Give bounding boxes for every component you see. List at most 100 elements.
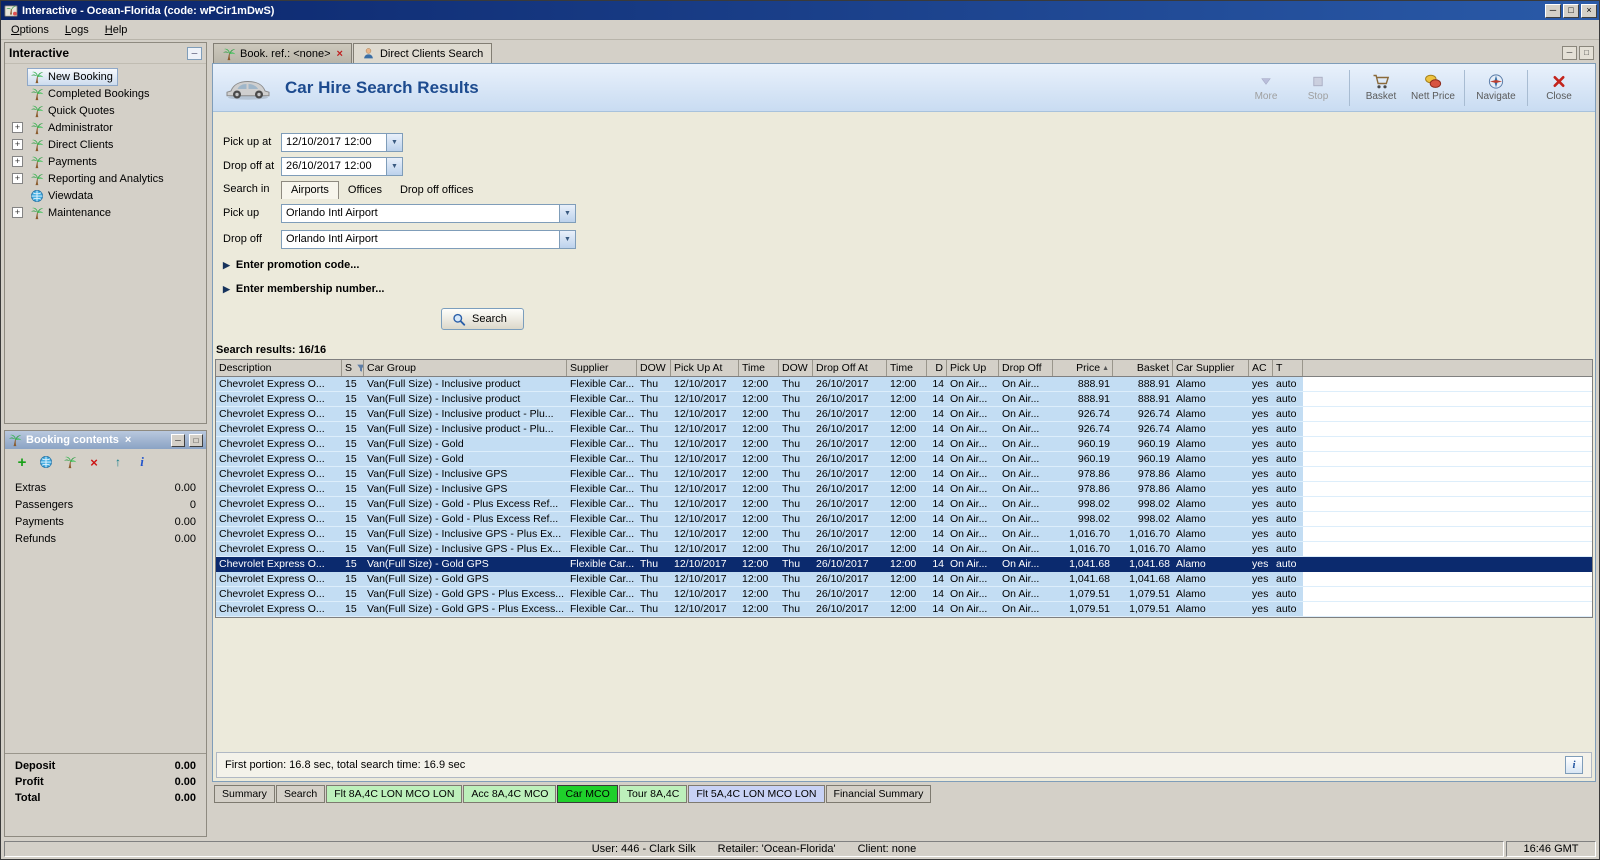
add-item-button[interactable]: + bbox=[15, 455, 29, 469]
column-header-supplier[interactable]: Supplier bbox=[567, 360, 637, 376]
table-row[interactable]: Chevrolet Express O...15Van(Full Size) -… bbox=[216, 437, 1592, 452]
basket-button[interactable]: Basket bbox=[1355, 71, 1407, 104]
tab-book-ref-none[interactable]: Book. ref.: <none>× bbox=[213, 43, 352, 63]
bottom-tab-financial-summary[interactable]: Financial Summary bbox=[826, 785, 932, 803]
table-row[interactable]: Chevrolet Express O...15Van(Full Size) -… bbox=[216, 527, 1592, 542]
column-header-car-group[interactable]: Car Group bbox=[364, 360, 567, 376]
column-header-ac[interactable]: AC bbox=[1249, 360, 1273, 376]
close-panel-icon[interactable]: × bbox=[123, 434, 133, 446]
table-row[interactable]: Chevrolet Express O...15Van(Full Size) -… bbox=[216, 377, 1592, 392]
table-cell: Thu bbox=[779, 572, 813, 586]
search-in-tab-airports[interactable]: Airports bbox=[281, 181, 339, 199]
globe-icon bbox=[30, 189, 44, 203]
expand-plus-icon[interactable]: + bbox=[12, 173, 23, 184]
expand-plus-icon[interactable]: + bbox=[12, 156, 23, 167]
expand-plus-icon[interactable]: + bbox=[12, 207, 23, 218]
column-header-dow[interactable]: DOW bbox=[637, 360, 671, 376]
table-row[interactable]: Chevrolet Express O...15Van(Full Size) -… bbox=[216, 497, 1592, 512]
table-row[interactable]: Chevrolet Express O...15Van(Full Size) -… bbox=[216, 482, 1592, 497]
restore-workspace-button[interactable]: □ bbox=[1579, 46, 1594, 60]
sidebar-item-reporting-and-analytics[interactable]: +Reporting and Analytics bbox=[7, 170, 204, 187]
close-button[interactable]: Close bbox=[1533, 71, 1585, 104]
column-header-pick-up[interactable]: Pick Up bbox=[947, 360, 999, 376]
column-header-dow[interactable]: DOW bbox=[779, 360, 813, 376]
dropoff-at-select[interactable]: 26/10/2017 12:00 ▼ bbox=[281, 157, 403, 176]
dropdown-arrow-icon[interactable]: ▼ bbox=[386, 158, 402, 175]
move-up-button[interactable]: ↑ bbox=[111, 455, 125, 469]
sidebar-item-quick-quotes[interactable]: Quick Quotes bbox=[7, 102, 204, 119]
table-row[interactable]: Chevrolet Express O...15Van(Full Size) -… bbox=[216, 587, 1592, 602]
column-header-description[interactable]: Description bbox=[216, 360, 342, 376]
bottom-tab-car-mco[interactable]: Car MCO bbox=[557, 785, 617, 803]
menu-logs[interactable]: Logs bbox=[57, 22, 97, 38]
column-header-pick-up-at[interactable]: Pick Up At bbox=[671, 360, 739, 376]
promo-code-expander[interactable]: ▶ Enter promotion code... bbox=[223, 254, 1595, 276]
bottom-tab-flt-8a-4c-lon-mco-lon[interactable]: Flt 8A,4C LON MCO LON bbox=[326, 785, 462, 803]
table-row[interactable]: Chevrolet Express O...15Van(Full Size) -… bbox=[216, 512, 1592, 527]
sidebar-item-payments[interactable]: +Payments bbox=[7, 153, 204, 170]
delete-item-button[interactable]: × bbox=[87, 455, 101, 469]
table-row[interactable]: Chevrolet Express O...15Van(Full Size) -… bbox=[216, 602, 1592, 617]
column-header-time[interactable]: Time bbox=[887, 360, 927, 376]
table-row[interactable]: Chevrolet Express O...15Van(Full Size) -… bbox=[216, 467, 1592, 482]
column-header-t[interactable]: T bbox=[1273, 360, 1303, 376]
sidebar-item-maintenance[interactable]: + Maintenance bbox=[7, 204, 204, 221]
table-row[interactable]: Chevrolet Express O...15Van(Full Size) -… bbox=[216, 392, 1592, 407]
table-row[interactable]: Chevrolet Express O...15Van(Full Size) -… bbox=[216, 422, 1592, 437]
column-header-d[interactable]: D bbox=[927, 360, 947, 376]
sidebar-item-administrator[interactable]: +Administrator bbox=[7, 119, 204, 136]
search-button[interactable]: Search bbox=[441, 308, 524, 330]
nett-price-button[interactable]: Nett Price bbox=[1407, 71, 1459, 104]
table-row[interactable]: Chevrolet Express O...15Van(Full Size) -… bbox=[216, 557, 1592, 572]
sidebar-item-body: Maintenance bbox=[27, 204, 116, 222]
sidebar-item-direct-clients[interactable]: +Direct Clients bbox=[7, 136, 204, 153]
restore-panel-button[interactable]: □ bbox=[189, 434, 203, 447]
table-row[interactable]: Chevrolet Express O...15Van(Full Size) -… bbox=[216, 407, 1592, 422]
pickup-location-select[interactable]: Orlando Intl Airport ▼ bbox=[281, 204, 576, 223]
column-header-basket[interactable]: Basket bbox=[1113, 360, 1173, 376]
expand-plus-icon[interactable]: + bbox=[12, 139, 23, 150]
bottom-tab-search[interactable]: Search bbox=[276, 785, 325, 803]
transfer-item-button[interactable] bbox=[63, 455, 77, 469]
column-header-price[interactable]: Price▲ bbox=[1053, 360, 1113, 376]
expand-plus-icon[interactable]: + bbox=[12, 122, 23, 133]
sidebar-item-completed-bookings[interactable]: Completed Bookings bbox=[7, 85, 204, 102]
table-cell: 15 bbox=[342, 422, 364, 436]
minimize-panel-button[interactable]: ─ bbox=[171, 434, 185, 447]
column-header-car-supplier[interactable]: Car Supplier bbox=[1173, 360, 1249, 376]
collapse-panel-button[interactable]: ─ bbox=[187, 47, 202, 60]
sidebar-item-new-booking[interactable]: New Booking bbox=[7, 68, 204, 85]
close-button[interactable]: × bbox=[1581, 4, 1597, 18]
sidebar-item-viewdata[interactable]: Viewdata bbox=[7, 187, 204, 204]
column-header-s[interactable]: S bbox=[342, 360, 364, 376]
menu-options[interactable]: Options bbox=[3, 22, 57, 38]
dropdown-arrow-icon[interactable]: ▼ bbox=[386, 134, 402, 151]
info-button[interactable]: i bbox=[1565, 756, 1583, 774]
table-row[interactable]: Chevrolet Express O...15Van(Full Size) -… bbox=[216, 572, 1592, 587]
search-in-tab-drop-off-offices[interactable]: Drop off offices bbox=[391, 182, 483, 199]
column-header-drop-off[interactable]: Drop Off bbox=[999, 360, 1053, 376]
search-in-tab-offices[interactable]: Offices bbox=[339, 182, 391, 199]
column-header-time[interactable]: Time bbox=[739, 360, 779, 376]
column-header-drop-off-at[interactable]: Drop Off At bbox=[813, 360, 887, 376]
menu-help[interactable]: Help bbox=[97, 22, 136, 38]
minimize-button[interactable]: ─ bbox=[1545, 4, 1561, 18]
bottom-tab-acc-8a-4c-mco[interactable]: Acc 8A,4C MCO bbox=[463, 785, 556, 803]
navigate-button[interactable]: Navigate bbox=[1470, 71, 1522, 104]
close-tab-icon[interactable]: × bbox=[335, 48, 343, 60]
maximize-button[interactable]: □ bbox=[1563, 4, 1579, 18]
table-row[interactable]: Chevrolet Express O...15Van(Full Size) -… bbox=[216, 452, 1592, 467]
item-info-button[interactable]: i bbox=[135, 455, 149, 469]
bottom-tab-summary[interactable]: Summary bbox=[214, 785, 275, 803]
dropdown-arrow-icon[interactable]: ▼ bbox=[559, 205, 575, 222]
dropdown-arrow-icon[interactable]: ▼ bbox=[559, 231, 575, 248]
dropoff-location-select[interactable]: Orlando Intl Airport ▼ bbox=[281, 230, 576, 249]
minimize-workspace-button[interactable]: ─ bbox=[1562, 46, 1577, 60]
view-item-button[interactable] bbox=[39, 455, 53, 469]
bottom-tab-flt-5a-4c-lon-mco-lon[interactable]: Flt 5A,4C LON MCO LON bbox=[688, 785, 824, 803]
membership-number-expander[interactable]: ▶ Enter membership number... bbox=[223, 278, 1595, 300]
table-row[interactable]: Chevrolet Express O...15Van(Full Size) -… bbox=[216, 542, 1592, 557]
bottom-tab-tour-8a-4c[interactable]: Tour 8A,4C bbox=[619, 785, 688, 803]
tab-direct-clients-search[interactable]: Direct Clients Search bbox=[353, 43, 492, 63]
pickup-at-select[interactable]: 12/10/2017 12:00 ▼ bbox=[281, 133, 403, 152]
